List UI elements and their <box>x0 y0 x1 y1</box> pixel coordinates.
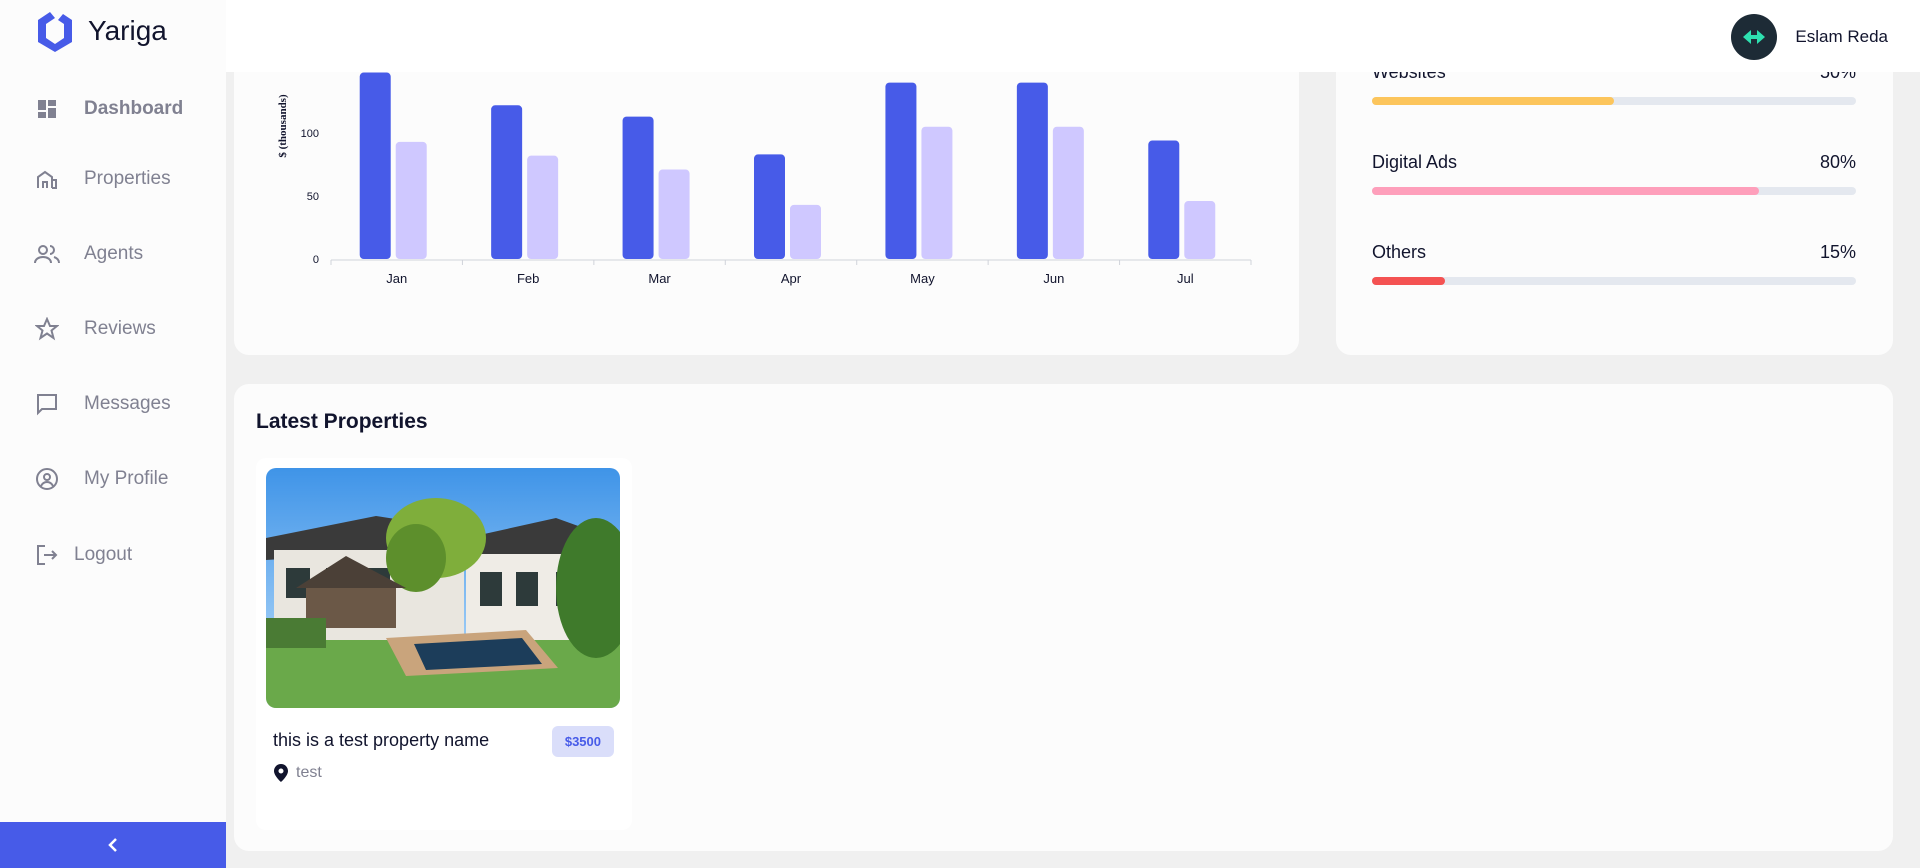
referral-progress-track <box>1372 187 1856 195</box>
y-tick-label: 100 <box>301 128 319 140</box>
x-tick-label: Jun <box>1043 271 1064 286</box>
x-tick-label: Jul <box>1177 271 1194 286</box>
section-title: Latest Properties <box>256 410 428 433</box>
yariga-logo-icon <box>38 12 72 52</box>
bar-jun-series-1 <box>1016 82 1048 259</box>
bar-feb-series-1 <box>491 105 523 259</box>
x-tick-label: Jan <box>386 271 407 286</box>
sidebar-item-label: Logout <box>74 544 133 565</box>
property-image[interactable] <box>266 468 620 708</box>
referral-label: Digital Ads <box>1372 152 1458 172</box>
chevron-left-icon <box>108 838 117 852</box>
y-axis-label: $ (thousands) <box>277 94 289 158</box>
user-name: Eslam Reda <box>1795 27 1888 46</box>
bar-mar-series-1 <box>622 116 654 260</box>
bar-may-series-2 <box>921 126 953 259</box>
app-logo[interactable]: Yariga <box>32 10 167 52</box>
property-location: test <box>274 764 322 782</box>
people-icon <box>34 241 60 267</box>
x-tick-label: Feb <box>517 271 539 286</box>
x-tick-label: May <box>910 271 935 286</box>
referral-row: Digital Ads 80% <box>1372 152 1856 195</box>
bar-jul-series-1 <box>1148 140 1180 259</box>
revenue-bar-chart: 0 50 100 $ (thousands) Jan Feb Mar Apr May Jun Jul <box>277 72 1252 286</box>
top-header: Eslam Reda <box>226 0 1920 72</box>
sidebar-item-reviews[interactable]: Reviews <box>34 316 156 342</box>
bar-jan-series-1 <box>359 72 391 259</box>
bar-apr-series-1 <box>754 154 785 259</box>
referral-progress-track <box>1372 97 1856 105</box>
building-icon <box>34 166 60 192</box>
referral-row: Others 15% <box>1372 242 1856 285</box>
bar-jan-series-2 <box>395 141 427 259</box>
sidebar-item-label: Properties <box>84 168 171 189</box>
chat-icon <box>34 391 60 417</box>
sidebar-item-label: Reviews <box>84 318 156 339</box>
property-price-badge: $3500 <box>551 726 614 757</box>
sidebar-item-my-profile[interactable]: My Profile <box>34 466 168 492</box>
referral-progress-fill <box>1372 97 1614 105</box>
bar-mar-series-2 <box>658 169 690 259</box>
referral-value: 15% <box>1819 242 1856 262</box>
y-tick-label: 50 <box>307 191 319 203</box>
sidebar-item-label: Messages <box>84 393 171 414</box>
revenue-chart-card: 0 50 100 $ (thousands) Jan Feb Mar Apr May Jun Jul <box>234 40 1299 355</box>
sidebar-item-agents[interactable]: Agents <box>34 241 143 267</box>
user-menu[interactable]: Eslam Reda <box>1731 14 1888 60</box>
account-circle-icon <box>34 466 60 492</box>
sidebar: Yariga Dashboard Properties Agents Revie… <box>0 0 226 868</box>
bar-apr-series-2 <box>790 204 821 259</box>
y-tick-label: 0 <box>313 254 319 266</box>
referral-progress-fill <box>1372 277 1445 285</box>
avatar[interactable] <box>1731 14 1778 60</box>
star-icon <box>34 316 60 342</box>
bar-may-series-1 <box>885 82 917 259</box>
property-location-text: test <box>296 764 322 781</box>
bar-jul-series-2 <box>1184 201 1216 259</box>
location-pin-icon <box>274 764 288 782</box>
property-name[interactable]: this is a test property name <box>273 730 489 751</box>
sidebar-item-label: Dashboard <box>84 98 184 119</box>
sidebar-item-properties[interactable]: Properties <box>34 166 171 192</box>
logout-button[interactable]: Logout <box>34 542 132 568</box>
referral-progress-fill <box>1372 187 1760 195</box>
bar-feb-series-2 <box>527 155 559 259</box>
sidebar-item-messages[interactable]: Messages <box>34 391 171 417</box>
sidebar-item-dashboard[interactable]: Dashboard <box>34 96 183 122</box>
app-name: Yariga <box>88 15 167 46</box>
bar-jun-series-2 <box>1052 126 1084 259</box>
sidebar-collapse-button[interactable] <box>0 822 226 868</box>
sidebar-item-label: Agents <box>84 243 144 264</box>
user-avatar-icon <box>1743 30 1766 44</box>
logout-icon <box>34 542 60 568</box>
x-tick-label: Apr <box>781 271 802 286</box>
dashboard-icon <box>34 96 60 122</box>
property-referrals-card: Websites 50% Digital Ads 80% Others 15% <box>1336 40 1893 355</box>
referral-value: 80% <box>1819 152 1856 172</box>
property-card[interactable]: this is a test property name $3500 test <box>256 458 632 830</box>
x-tick-label: Mar <box>648 271 671 286</box>
latest-properties-card: Latest Properties this is a test propert… <box>234 384 1893 851</box>
referral-progress-track <box>1372 277 1856 285</box>
referral-label: Others <box>1372 242 1427 262</box>
sidebar-item-label: My Profile <box>84 468 169 489</box>
